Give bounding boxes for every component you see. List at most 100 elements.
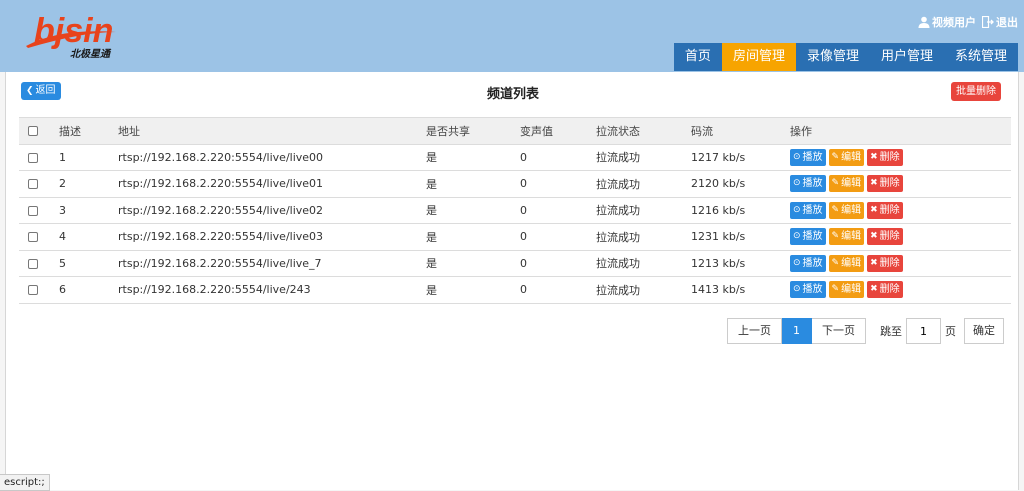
play-button[interactable]: ⊙ 播放 xyxy=(790,175,826,193)
table-row: 5 rtsp://192.168.2.220:5554/live/live_7 是 0… xyxy=(19,249,1011,277)
logo-subtitle: 北极星通 xyxy=(70,48,112,60)
edit-icon: ✎ xyxy=(831,204,840,215)
row-checkbox[interactable] xyxy=(28,179,38,190)
delete-label: 删除 xyxy=(879,284,900,296)
header-address: 地址 xyxy=(118,117,426,144)
edit-button[interactable]: ✎ 编辑 xyxy=(828,228,865,246)
cell-pull-status: 拉流成功 xyxy=(596,143,691,171)
select-all-checkbox[interactable] xyxy=(28,126,38,137)
row-actions: ⊙ 播放 ✎ 编辑 ✖ 删除 xyxy=(790,201,1011,219)
jump-page-input[interactable] xyxy=(906,318,941,344)
channel-table: 描述 地址 是否共享 变声值 拉流状态 码流 操作 1 rtsp://192.16… xyxy=(19,117,1011,304)
delete-button[interactable]: ✖ 删除 xyxy=(867,201,903,219)
cell-desc: 3 xyxy=(59,196,118,224)
table-row: 3 rtsp://192.168.2.220:5554/live/live02 是 0… xyxy=(19,196,1011,224)
close-icon: ✖ xyxy=(870,204,878,215)
delete-button[interactable]: ✖ 删除 xyxy=(867,228,903,246)
row-checkbox[interactable] xyxy=(28,205,38,216)
delete-label: 删除 xyxy=(879,178,900,190)
edit-button[interactable]: ✎ 编辑 xyxy=(828,254,865,272)
prev-page-button[interactable]: 上一页 xyxy=(727,318,782,344)
close-icon: ✖ xyxy=(870,178,878,189)
cell-voice-change: 0 xyxy=(520,143,596,171)
edit-label: 编辑 xyxy=(841,231,862,243)
user-name: 视频用户 xyxy=(932,16,976,29)
row-actions: ⊙ 播放 ✎ 编辑 ✖ 删除 xyxy=(790,254,1011,272)
play-label: 播放 xyxy=(802,151,823,163)
edit-button[interactable]: ✎ 编辑 xyxy=(828,201,865,219)
edit-button[interactable]: ✎ 编辑 xyxy=(828,175,865,193)
cell-desc: 1 xyxy=(59,143,118,171)
play-label: 播放 xyxy=(802,204,823,216)
cell-shared: 是 xyxy=(426,143,520,171)
page-title: 频道列表 xyxy=(486,87,539,102)
close-icon: ✖ xyxy=(870,257,878,268)
delete-label: 删除 xyxy=(879,151,900,163)
play-label: 播放 xyxy=(802,257,823,269)
app-header: bjsin 北极星通 视频用户 退出 首页 房间管理 录像管理 用户管理 系统管… xyxy=(0,0,1024,72)
delete-button[interactable]: ✖ 删除 xyxy=(867,254,903,272)
edit-label: 编辑 xyxy=(841,284,862,296)
content-panel: ❮ 返回 频道列表 批量删除 描述 地址 是否共享 变声值 拉流状态 码流 操作… xyxy=(5,72,1019,490)
play-label: 播放 xyxy=(802,178,823,190)
cell-desc: 4 xyxy=(59,223,118,250)
table-body: 1 rtsp://192.168.2.220:5554/live/live00 是 0… xyxy=(19,143,1011,304)
nav-room-management[interactable]: 房间管理 xyxy=(721,43,796,71)
play-button[interactable]: ⊙ 播放 xyxy=(790,228,826,246)
current-page-button[interactable]: 1 xyxy=(782,318,812,344)
row-checkbox[interactable] xyxy=(28,232,38,243)
nav-user-management[interactable]: 用户管理 xyxy=(869,43,944,71)
nav-home[interactable]: 首页 xyxy=(673,43,722,71)
main-nav: 首页 房间管理 录像管理 用户管理 系统管理 xyxy=(673,43,1018,71)
play-button[interactable]: ⊙ 播放 xyxy=(790,201,826,219)
cell-shared: 是 xyxy=(426,170,520,197)
close-icon: ✖ xyxy=(870,284,878,295)
user-icon xyxy=(918,16,930,28)
cell-voice-change: 0 xyxy=(520,196,596,224)
edit-button[interactable]: ✎ 编辑 xyxy=(828,148,865,166)
delete-button[interactable]: ✖ 删除 xyxy=(867,148,903,166)
header-shared: 是否共享 xyxy=(426,117,520,144)
cell-shared: 是 xyxy=(426,196,520,224)
play-circle-icon: ⊙ xyxy=(793,151,801,162)
row-actions: ⊙ 播放 ✎ 编辑 ✖ 删除 xyxy=(790,281,1011,299)
table-row: 2 rtsp://192.168.2.220:5554/live/live01 是 0… xyxy=(19,170,1011,197)
cell-pull-status: 拉流成功 xyxy=(596,223,691,250)
cell-bitrate: 1213 kb/s xyxy=(691,249,790,277)
edit-label: 编辑 xyxy=(841,257,862,269)
cell-voice-change: 0 xyxy=(520,223,596,250)
row-checkbox[interactable] xyxy=(28,258,38,269)
cell-address: rtsp://192.168.2.220:5554/live/live01 xyxy=(118,170,426,197)
cell-pull-status: 拉流成功 xyxy=(596,170,691,197)
batch-delete-button[interactable]: 批量删除 xyxy=(951,82,1001,101)
logout-link[interactable]: 退出 xyxy=(982,14,1018,30)
nav-recording-management[interactable]: 录像管理 xyxy=(795,43,870,71)
header-desc: 描述 xyxy=(59,117,118,144)
browser-status-bar: escript:; xyxy=(0,474,50,491)
next-page-button[interactable]: 下一页 xyxy=(812,318,866,344)
table-row: 1 rtsp://192.168.2.220:5554/live/live00 是 0… xyxy=(19,143,1011,171)
jump-confirm-button[interactable]: 确定 xyxy=(964,318,1004,344)
cell-address: rtsp://192.168.2.220:5554/live/live00 xyxy=(118,143,426,171)
delete-label: 删除 xyxy=(879,231,900,243)
delete-button[interactable]: ✖ 删除 xyxy=(867,281,903,299)
edit-icon: ✎ xyxy=(831,231,840,242)
user-menu[interactable]: 视频用户 xyxy=(918,14,976,30)
play-button[interactable]: ⊙ 播放 xyxy=(790,254,826,272)
play-button[interactable]: ⊙ 播放 xyxy=(790,148,826,166)
nav-system-management[interactable]: 系统管理 xyxy=(943,43,1018,71)
play-button[interactable]: ⊙ 播放 xyxy=(790,281,826,299)
logout-icon xyxy=(982,16,994,28)
table-header-row: 描述 地址 是否共享 变声值 拉流状态 码流 操作 xyxy=(19,117,1011,144)
header-bitrate: 码流 xyxy=(691,117,790,144)
row-checkbox[interactable] xyxy=(28,152,38,163)
play-circle-icon: ⊙ xyxy=(793,178,801,189)
logo-wordmark: bjsin xyxy=(34,12,113,50)
cell-bitrate: 2120 kb/s xyxy=(691,170,790,197)
delete-button[interactable]: ✖ 删除 xyxy=(867,175,903,193)
cell-pull-status: 拉流成功 xyxy=(596,276,691,304)
play-circle-icon: ⊙ xyxy=(793,284,801,295)
edit-button[interactable]: ✎ 编辑 xyxy=(828,281,865,299)
delete-label: 删除 xyxy=(879,204,900,216)
row-checkbox[interactable] xyxy=(28,285,38,296)
